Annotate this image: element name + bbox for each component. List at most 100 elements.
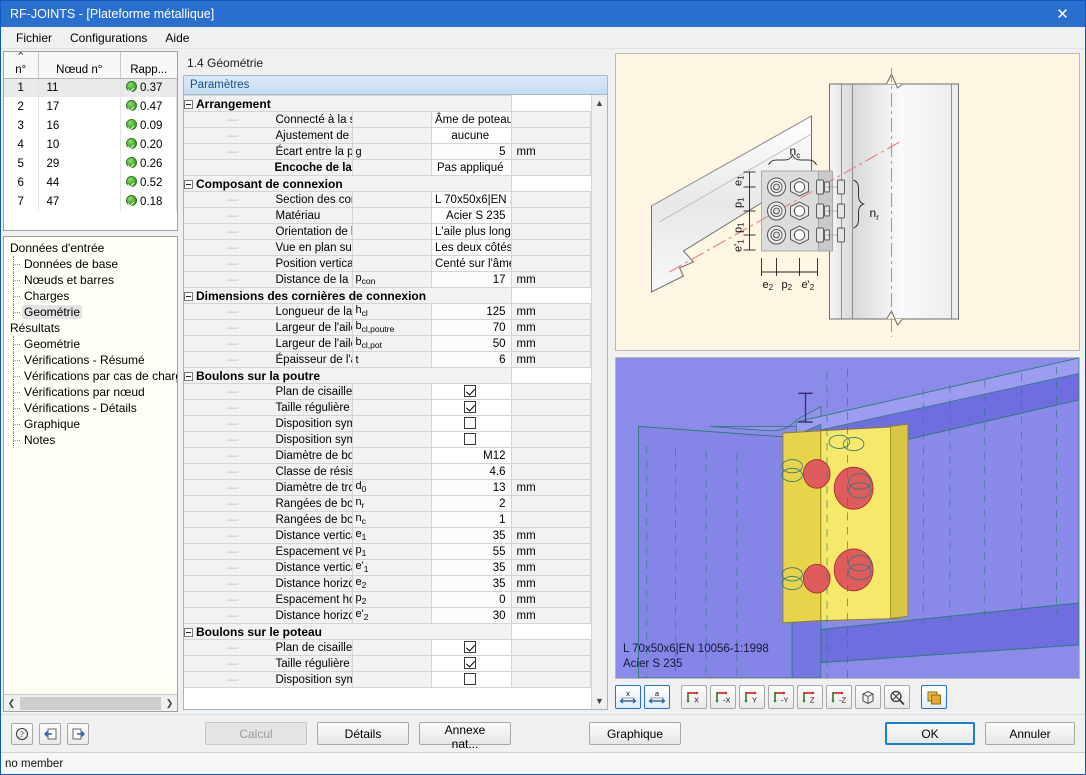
param-value[interactable]: Âme de poteau xyxy=(431,111,512,128)
param-row-paisseur-de-l-aile[interactable]: —Épaisseur de l'ailet6mm xyxy=(184,351,591,368)
param-row-orientation-de-l-aile-de-la-corni-re[interactable]: —Orientation de l'aile de la cornière L'a… xyxy=(184,223,591,240)
param-row-distance-de-la-face-sup-rieure-de-la[interactable]: —Distance de la face supérieure de lapco… xyxy=(184,271,591,288)
param-value[interactable]: 70 xyxy=(431,319,512,336)
param-row-diam-tre-de-boulon[interactable]: —Diamètre de boulon M12 xyxy=(184,447,591,464)
view-negative-y-icon[interactable]: -Y xyxy=(768,685,794,709)
param-row-rang-es-de-boulons-verticales[interactable]: —Rangées de boulons verticalesnc1 xyxy=(184,511,591,528)
column-header-node[interactable]: Nœud n° xyxy=(38,52,121,79)
param-checkbox-cell[interactable] xyxy=(431,415,512,432)
zoom-region-icon[interactable] xyxy=(884,685,910,709)
param-checkbox[interactable] xyxy=(464,401,477,413)
table-row[interactable]: 7 47 0.18 xyxy=(4,192,177,211)
annexe-nat-button[interactable]: Annexe nat... xyxy=(419,722,511,751)
param-value[interactable]: Centé sur l'âme de l xyxy=(431,255,512,272)
param-checkbox-cell[interactable] xyxy=(431,639,512,656)
parameters-vertical-scrollbar[interactable]: ▲ ▼ xyxy=(591,95,607,709)
param-value[interactable]: 13 xyxy=(431,479,512,496)
calcul-button[interactable]: Calcul xyxy=(205,722,307,745)
param-row-vue-en-plan-sur-l-me-de-la-poutre[interactable]: —Vue en plan sur l'âme de la poutre Les d… xyxy=(184,239,591,256)
collapse-icon[interactable] xyxy=(184,627,193,637)
tree-item-charges[interactable]: Charges xyxy=(8,288,177,304)
param-value[interactable]: 35 xyxy=(431,575,512,592)
param-row-distance-verticale-de-rive-sur-l-aile-de[interactable]: —Distance verticale de rive sur l'aile d… xyxy=(184,559,591,576)
param-value[interactable]: 55 xyxy=(431,543,512,560)
param-row-rang-es-de-boulons-horizontales[interactable]: —Rangées de boulons horizontalesnr2 xyxy=(184,495,591,512)
column-header-no[interactable]: n° xyxy=(4,52,39,79)
param-checkbox[interactable] xyxy=(464,657,477,669)
param-value[interactable]: 5 xyxy=(431,143,512,160)
tree-item-v-rifications-d-tails[interactable]: Vérifications - Détails xyxy=(8,400,177,416)
param-value[interactable]: 0 xyxy=(431,591,512,608)
menu-item-aide[interactable]: Aide xyxy=(156,28,198,48)
view-x-icon[interactable]: X xyxy=(681,685,707,709)
param-checkbox[interactable] xyxy=(464,673,477,685)
close-icon[interactable]: ✕ xyxy=(1040,1,1085,27)
param-checkbox-cell[interactable] xyxy=(431,431,512,448)
menu-item-configurations[interactable]: Configurations xyxy=(61,28,156,48)
help-icon[interactable]: ? xyxy=(11,722,33,745)
collapse-icon[interactable] xyxy=(184,291,193,301)
tree-group-0[interactable]: Données d'entrée xyxy=(8,240,177,256)
param-row-encoche-de-la-poutre[interactable]: Encoche de la poutre Pas appliqué xyxy=(184,159,591,176)
param-row-taille-r-guli-re-des-trous-de-boulons[interactable]: —Taille régulière des trous de boulons xyxy=(184,655,591,672)
cancel-button[interactable]: Annuler xyxy=(985,722,1075,745)
connection-diagram[interactable]: nc nr e1 p1 p1 e'1 e2 p2 e'2 xyxy=(615,53,1080,351)
table-row[interactable]: 6 44 0.52 xyxy=(4,173,177,192)
param-value[interactable]: M12 xyxy=(431,447,512,464)
param-group-dimensions-des-corni-res-de-connexion[interactable]: Dimensions des cornières de connexion xyxy=(184,287,591,304)
param-checkbox-cell[interactable] xyxy=(431,671,512,688)
param-value[interactable]: Pas appliqué xyxy=(431,159,512,176)
group-expander[interactable] xyxy=(184,623,193,640)
param-group-boulons-sur-la-poutre[interactable]: Boulons sur la poutre xyxy=(184,367,591,384)
scroll-thumb[interactable] xyxy=(20,696,161,710)
param-value[interactable]: 17 xyxy=(431,271,512,288)
isometric-cube-icon[interactable] xyxy=(855,685,881,709)
tree-horizontal-scrollbar[interactable]: ❮ ❯ xyxy=(4,694,177,711)
param-value[interactable]: Les deux côtés xyxy=(431,239,512,256)
collapse-icon[interactable] xyxy=(184,179,193,189)
table-row[interactable]: 4 10 0.20 xyxy=(4,135,177,154)
param-row-largeur-de-l-aile-sur-la-poutre[interactable]: —Largeur de l'aile sur la poutrebcl,pout… xyxy=(184,319,591,336)
param-checkbox[interactable] xyxy=(464,433,477,445)
param-row-distance-horizontale-de-rive-sur-l-aile[interactable]: —Distance horizontale de rive sur l'aile… xyxy=(184,575,591,592)
param-row-distance-horizontale-de-rive-sur-l-aile[interactable]: —Distance horizontale de rive sur l'aile… xyxy=(184,607,591,624)
param-group-arrangement[interactable]: Arrangement xyxy=(184,95,591,112)
details-button[interactable]: Détails xyxy=(317,722,409,745)
export-icon[interactable] xyxy=(67,722,89,745)
param-checkbox-cell[interactable] xyxy=(431,399,512,416)
ok-button[interactable]: OK xyxy=(885,722,975,745)
param-value[interactable]: 1 xyxy=(431,511,512,528)
param-row-cart-entre-la-poutre-et-le-poteau[interactable]: —Écart entre la poutre et le poteaug5mm xyxy=(184,143,591,160)
param-row-position-verticale[interactable]: —Position verticale Centé sur l'âme de l xyxy=(184,255,591,272)
param-row-espacement-vertical-des-boulons-sur[interactable]: —Espacement vertical des boulons surp155… xyxy=(184,543,591,560)
param-row-classe-de-r-sistance-de-boulon[interactable]: —Classe de résistance de boulon 4.6 xyxy=(184,463,591,480)
param-row-plan-de-cisaillement-dans-la-partie-filet-e[interactable]: —Plan de cisaillement dans la partie fil… xyxy=(184,383,591,400)
param-row-diam-tre-de-trou-de-boulon[interactable]: —Diamètre de trou de boulond013mm xyxy=(184,479,591,496)
scroll-thumb-vertical[interactable] xyxy=(593,111,606,693)
scroll-right-icon[interactable]: ❯ xyxy=(162,696,177,711)
param-value[interactable]: aucune xyxy=(431,127,512,144)
param-group-composant-de-connexion[interactable]: Composant de connexion xyxy=(184,175,591,192)
scroll-down-icon[interactable]: ▼ xyxy=(592,693,608,709)
table-row[interactable]: 1 11 0.37 xyxy=(4,78,177,97)
collapse-icon[interactable] xyxy=(184,99,193,109)
render-mode-icon[interactable] xyxy=(921,685,947,709)
group-expander[interactable] xyxy=(184,175,193,192)
param-row-disposition-sym-trique-horizontale[interactable]: —Disposition symétrique horizontale xyxy=(184,415,591,432)
tree-item-geom-trie[interactable]: Geométrie xyxy=(8,336,177,352)
tree-item-geom-trie[interactable]: Geométrie xyxy=(8,304,177,320)
param-checkbox-cell[interactable] xyxy=(431,383,512,400)
table-row[interactable]: 3 16 0.09 xyxy=(4,116,177,135)
param-value[interactable]: L 70x50x6|EN 1005 xyxy=(431,191,512,208)
param-checkbox-cell[interactable] xyxy=(431,655,512,672)
view-negative-z-icon[interactable]: -Z xyxy=(826,685,852,709)
tree-item-v-rifications-par-cas-de-charge[interactable]: Vérifications par cas de charge xyxy=(8,368,177,384)
view-y-icon[interactable]: Y xyxy=(739,685,765,709)
param-row-longueur-de-la-corni-re-tasseau[interactable]: —Longueur de la cornière-tasseauhcl125mm xyxy=(184,303,591,320)
graphique-button[interactable]: Graphique xyxy=(589,722,681,745)
param-row-disposition-sym-trique-horizontale[interactable]: —Disposition symétrique horizontale xyxy=(184,671,591,688)
param-value[interactable]: 4.6 xyxy=(431,463,512,480)
menu-item-fichier[interactable]: Fichier xyxy=(7,28,61,48)
param-row-mat-riau[interactable]: — Matériau Acier S 235 xyxy=(184,207,591,224)
param-value[interactable]: L'aile plus longue s xyxy=(431,223,512,240)
